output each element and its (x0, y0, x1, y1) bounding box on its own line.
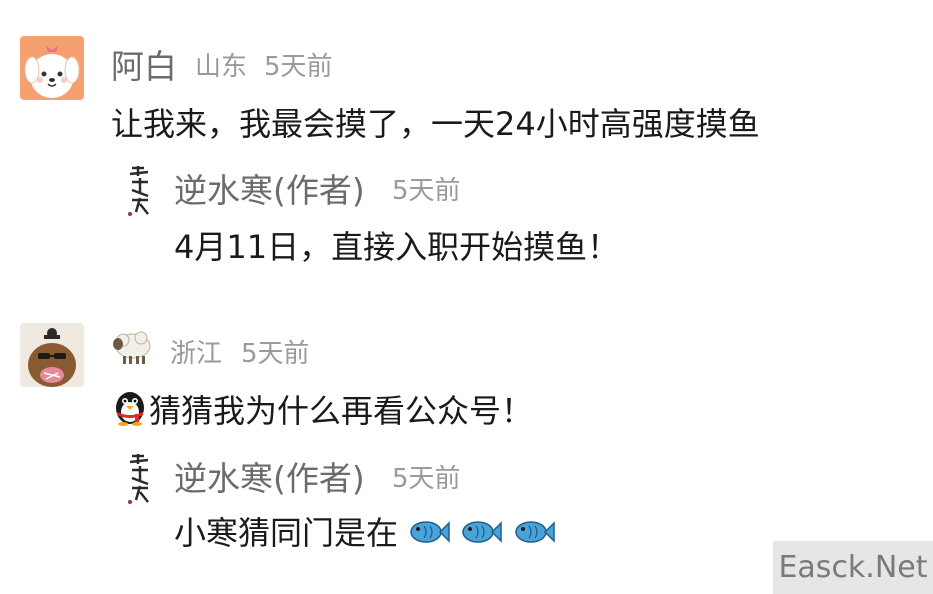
sheep-emoji-icon[interactable] (111, 326, 155, 366)
fish-icon (513, 516, 555, 556)
reply-author[interactable]: 逆水寒(作者) (174, 452, 365, 500)
comment-text[interactable]: 让我来，我最会摸了，一天24小时高强度摸鱼 (111, 99, 760, 145)
qq-penguin-icon (111, 388, 149, 434)
comment-location: 浙江 (170, 339, 223, 369)
reply-text[interactable]: 4月11日，直接入职开始摸鱼！ (174, 222, 619, 268)
fish-icon (460, 516, 503, 556)
reply-time: 5天前 (392, 176, 461, 206)
reply-text[interactable]: 小寒猜同门是在 (174, 514, 398, 552)
watermark: Easck.Net (773, 541, 933, 594)
comment-location: 山东 (195, 52, 248, 82)
puppy-avatar-icon[interactable] (20, 36, 84, 100)
calligraphy-avatar-icon[interactable] (122, 162, 158, 218)
calligraphy-avatar-icon[interactable] (122, 450, 158, 506)
comment-time: 5天前 (241, 339, 310, 369)
fish-icon (408, 516, 450, 556)
reply-text-row: 小寒猜同门是在 (174, 508, 555, 556)
capybara-avatar-icon[interactable] (20, 323, 84, 387)
comment-text[interactable]: 猜猜我为什么再看公众号！ (149, 392, 533, 430)
reply-time: 5天前 (392, 464, 461, 494)
reply-author[interactable]: 逆水寒(作者) (174, 164, 365, 212)
comment-time: 5天前 (264, 52, 333, 82)
comment-text-row: 猜猜我为什么再看公众号！ (111, 386, 533, 434)
comment-author[interactable]: 阿白 (111, 40, 177, 88)
